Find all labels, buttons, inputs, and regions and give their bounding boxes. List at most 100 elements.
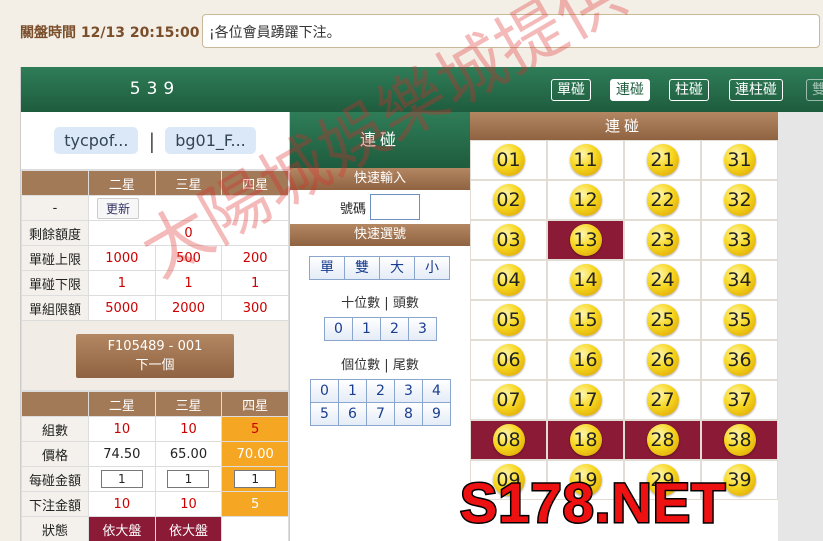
ball-07[interactable]: 07 bbox=[492, 384, 525, 416]
units-buttons: 0 1 2 3 4 5 6 7 8 9 bbox=[290, 379, 470, 426]
number-input[interactable] bbox=[370, 194, 420, 220]
ball-08[interactable]: 08 bbox=[492, 424, 525, 456]
ball-cell-28[interactable]: 28 bbox=[624, 420, 701, 460]
ball-06[interactable]: 06 bbox=[492, 344, 525, 376]
tens-1[interactable]: 1 bbox=[352, 317, 381, 341]
ball-cell-33[interactable]: 33 bbox=[701, 220, 778, 260]
ball-cell-36[interactable]: 36 bbox=[701, 340, 778, 380]
ball-cell-18[interactable]: 18 bbox=[547, 420, 624, 460]
units-5[interactable]: 5 bbox=[310, 402, 339, 426]
ball-34[interactable]: 34 bbox=[723, 264, 756, 296]
amount-input-2star[interactable]: 1 bbox=[100, 470, 143, 488]
ball-38[interactable]: 38 bbox=[723, 424, 756, 456]
ball-cell-13[interactable]: 13 bbox=[547, 220, 624, 260]
game-title: 539 bbox=[21, 67, 289, 112]
ball-cell-22[interactable]: 22 bbox=[624, 180, 701, 220]
tens-2[interactable]: 2 bbox=[380, 317, 409, 341]
mode-consecutive[interactable]: 連碰 bbox=[610, 79, 650, 101]
ball-12[interactable]: 12 bbox=[569, 184, 602, 216]
mode-column[interactable]: 柱碰 bbox=[669, 79, 709, 101]
pick-odd-button[interactable]: 單 bbox=[309, 256, 345, 280]
ball-cell-03[interactable]: 03 bbox=[470, 220, 547, 260]
ball-37[interactable]: 37 bbox=[723, 384, 756, 416]
ball-cell-25[interactable]: 25 bbox=[624, 300, 701, 340]
ball-cell-27[interactable]: 27 bbox=[624, 380, 701, 420]
tens-0[interactable]: 0 bbox=[324, 317, 353, 341]
ball-05[interactable]: 05 bbox=[492, 304, 525, 336]
ball-27[interactable]: 27 bbox=[646, 384, 679, 416]
ball-32[interactable]: 32 bbox=[723, 184, 756, 216]
mode-single[interactable]: 單碰 bbox=[551, 79, 591, 101]
ball-cell-34[interactable]: 34 bbox=[701, 260, 778, 300]
ball-39[interactable]: 39 bbox=[723, 464, 756, 496]
ball-cell-02[interactable]: 02 bbox=[470, 180, 547, 220]
ball-33[interactable]: 33 bbox=[723, 224, 756, 256]
ball-04[interactable]: 04 bbox=[492, 264, 525, 296]
units-8[interactable]: 8 bbox=[394, 402, 423, 426]
units-6[interactable]: 6 bbox=[338, 402, 367, 426]
ball-cell-04[interactable]: 04 bbox=[470, 260, 547, 300]
ball-01[interactable]: 01 bbox=[492, 144, 525, 176]
ball-28[interactable]: 28 bbox=[646, 424, 679, 456]
ball-14[interactable]: 14 bbox=[569, 264, 602, 296]
amount-input-3star[interactable]: 1 bbox=[167, 470, 210, 488]
ball-cell-21[interactable]: 21 bbox=[624, 140, 701, 180]
mode-double[interactable]: 雙 bbox=[806, 79, 823, 101]
ball-31[interactable]: 31 bbox=[723, 144, 756, 176]
next-button[interactable]: F105489 - 001 下一個 bbox=[76, 333, 234, 378]
account-b[interactable]: bg01_F... bbox=[165, 127, 256, 154]
ball-18[interactable]: 18 bbox=[569, 424, 602, 456]
ball-cell-37[interactable]: 37 bbox=[701, 380, 778, 420]
units-0[interactable]: 0 bbox=[310, 379, 339, 403]
amount-input-4star[interactable]: 1 bbox=[234, 470, 277, 488]
ball-cell-05[interactable]: 05 bbox=[470, 300, 547, 340]
ball-cell-17[interactable]: 17 bbox=[547, 380, 624, 420]
ball-16[interactable]: 16 bbox=[569, 344, 602, 376]
ball-17[interactable]: 17 bbox=[569, 384, 602, 416]
ball-cell-11[interactable]: 11 bbox=[547, 140, 624, 180]
announcement-marquee: ¡各位會員踴躍下注。 bbox=[202, 14, 820, 48]
units-9[interactable]: 9 bbox=[422, 402, 451, 426]
pick-big-button[interactable]: 大 bbox=[379, 256, 415, 280]
ball-15[interactable]: 15 bbox=[569, 304, 602, 336]
tens-3[interactable]: 3 bbox=[408, 317, 437, 341]
ball-35[interactable]: 35 bbox=[723, 304, 756, 336]
update-button[interactable]: 更新 bbox=[97, 197, 140, 219]
ball-cell-01[interactable]: 01 bbox=[470, 140, 547, 180]
ball-26[interactable]: 26 bbox=[646, 344, 679, 376]
ball-cell-32[interactable]: 32 bbox=[701, 180, 778, 220]
units-7[interactable]: 7 bbox=[366, 402, 395, 426]
ball-cell-07[interactable]: 07 bbox=[470, 380, 547, 420]
ball-cell-38[interactable]: 38 bbox=[701, 420, 778, 460]
ball-cell-08[interactable]: 08 bbox=[470, 420, 547, 460]
ball-22[interactable]: 22 bbox=[646, 184, 679, 216]
ball-24[interactable]: 24 bbox=[646, 264, 679, 296]
units-3[interactable]: 3 bbox=[394, 379, 423, 403]
ball-03[interactable]: 03 bbox=[492, 224, 525, 256]
ball-cell-26[interactable]: 26 bbox=[624, 340, 701, 380]
ball-21[interactable]: 21 bbox=[646, 144, 679, 176]
ball-cell-31[interactable]: 31 bbox=[701, 140, 778, 180]
units-1[interactable]: 1 bbox=[338, 379, 367, 403]
min-2star: 1 bbox=[88, 270, 156, 296]
ball-cell-06[interactable]: 06 bbox=[470, 340, 547, 380]
ball-cell-24[interactable]: 24 bbox=[624, 260, 701, 300]
account-a[interactable]: tycpof... bbox=[54, 127, 139, 154]
ball-cell-23[interactable]: 23 bbox=[624, 220, 701, 260]
pick-even-button[interactable]: 雙 bbox=[344, 256, 380, 280]
ball-02[interactable]: 02 bbox=[492, 184, 525, 216]
ball-36[interactable]: 36 bbox=[723, 344, 756, 376]
ball-cell-12[interactable]: 12 bbox=[547, 180, 624, 220]
ball-cell-14[interactable]: 14 bbox=[547, 260, 624, 300]
ball-cell-35[interactable]: 35 bbox=[701, 300, 778, 340]
pick-small-button[interactable]: 小 bbox=[414, 256, 450, 280]
ball-25[interactable]: 25 bbox=[646, 304, 679, 336]
ball-13[interactable]: 13 bbox=[569, 224, 602, 256]
mode-consecutive-column[interactable]: 連柱碰 bbox=[729, 79, 783, 101]
ball-cell-15[interactable]: 15 bbox=[547, 300, 624, 340]
units-2[interactable]: 2 bbox=[366, 379, 395, 403]
ball-cell-16[interactable]: 16 bbox=[547, 340, 624, 380]
ball-11[interactable]: 11 bbox=[569, 144, 602, 176]
units-4[interactable]: 4 bbox=[422, 379, 451, 403]
ball-23[interactable]: 23 bbox=[646, 224, 679, 256]
